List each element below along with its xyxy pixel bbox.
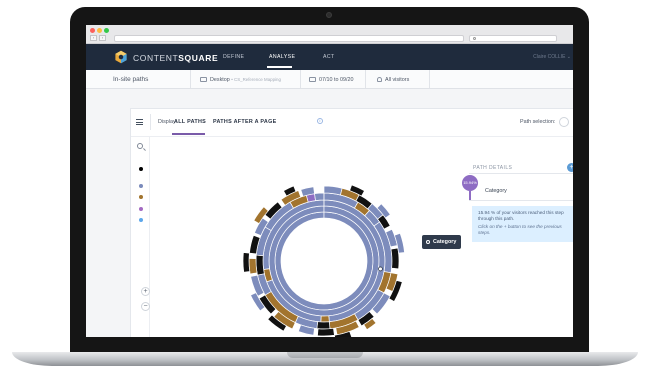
divider [469, 173, 573, 174]
sunburst-ring-5-segment[interactable] [317, 327, 335, 337]
sunburst-ring-6-segment[interactable] [242, 252, 251, 273]
tab-paths-after-a-page[interactable]: PATHS AFTER A PAGE [213, 119, 277, 125]
path-selection-label: Path selection: [520, 119, 556, 125]
menu-icon[interactable] [136, 119, 143, 125]
user-name: Claire COLLIE [533, 54, 566, 60]
zoom-out-button[interactable]: − [141, 302, 150, 311]
legend-dot-black[interactable] [139, 167, 143, 171]
nav-analyse[interactable]: ANALYSE [269, 54, 295, 60]
divider [429, 70, 430, 88]
calendar-icon [309, 77, 316, 82]
sunburst-ring-4-segment[interactable] [314, 192, 325, 201]
segment-tooltip: Category [422, 235, 462, 249]
legend-dot-brown[interactable] [139, 195, 143, 199]
device-filter[interactable]: Desktop • CS_Reference Mapping [200, 77, 281, 83]
divider [150, 114, 151, 130]
filter-bar: In-site paths Desktop • CS_Reference Map… [86, 70, 573, 89]
sunburst-ring-4-segment[interactable] [316, 321, 331, 330]
sunburst-ring-1-segment[interactable] [274, 211, 374, 311]
sunburst-ring-3-segment[interactable] [320, 315, 330, 323]
laptop-lid: ‹ › CONTENTSQUARE DEFINE ANALYSE ACT Cla… [70, 7, 589, 353]
sunburst-chart[interactable] [229, 166, 419, 337]
app-navbar: CONTENTSQUARE DEFINE ANALYSE ACT Claire … [86, 44, 573, 70]
zoom-in-button[interactable]: + [141, 287, 150, 296]
page-title: In-site paths [113, 76, 149, 83]
legend-dot-light-blue[interactable] [139, 218, 143, 222]
maximize-window-icon[interactable] [104, 28, 109, 33]
divider [365, 70, 366, 88]
minimize-window-icon[interactable] [97, 28, 102, 33]
desktop-icon [200, 77, 207, 82]
laptop-notch [287, 352, 363, 358]
divider [469, 200, 573, 201]
add-step-button[interactable]: + [567, 163, 573, 172]
path-info-box: 15.94 % of your visitors reached this st… [472, 206, 573, 242]
brand-light: CONTENT [133, 53, 179, 63]
browser-chrome: ‹ › [86, 25, 573, 44]
info-icon[interactable]: i [317, 118, 323, 124]
divider [300, 70, 301, 88]
date-to-label: to [334, 77, 339, 83]
device-label: Desktop [210, 77, 230, 83]
segment-filter[interactable]: All visitors [377, 77, 409, 83]
tooltip-dot [426, 240, 430, 244]
brand-bold: SQUARE [178, 53, 219, 63]
user-icon [377, 77, 382, 82]
contentsquare-logo [115, 50, 127, 64]
sunburst-ring-2-segment[interactable] [268, 205, 380, 317]
nav-act[interactable]: ACT [323, 54, 335, 60]
tooltip-label: Category [433, 239, 457, 245]
path-details-title: PATH DETAILS [473, 165, 513, 171]
search-icon[interactable] [137, 143, 143, 149]
mapping-label: • CS_Reference Mapping [231, 77, 281, 82]
date-to: 09/20 [340, 77, 354, 83]
tab-all-paths[interactable]: ALL PATHS [174, 119, 206, 125]
sunburst-ring-5-segment[interactable] [248, 258, 258, 275]
divider [190, 70, 191, 88]
nav-define[interactable]: DEFINE [223, 54, 244, 60]
selected-segment-marker [378, 266, 383, 272]
segment-label: All visitors [385, 77, 410, 83]
path-selection-toggle[interactable] [559, 117, 569, 127]
camera [326, 12, 332, 18]
date-range-filter[interactable]: 07/10 to 09/20 [309, 77, 354, 83]
legend-dot-purple[interactable] [139, 207, 143, 211]
date-from: 07/10 [319, 77, 333, 83]
divider [131, 136, 573, 137]
close-window-icon[interactable] [90, 28, 95, 33]
address-bar[interactable] [114, 35, 464, 42]
user-menu[interactable]: Claire COLLIE ⌄ [533, 54, 571, 60]
path-step-label: Category [485, 188, 507, 194]
brand-name: CONTENTSQUARE [133, 53, 218, 63]
back-icon[interactable]: ‹ [90, 35, 97, 41]
percent-badge: 15.94% [462, 175, 478, 191]
search-icon [473, 37, 476, 40]
browser-search-input[interactable] [469, 35, 557, 42]
screen: ‹ › CONTENTSQUARE DEFINE ANALYSE ACT Cla… [86, 25, 573, 337]
forward-icon[interactable]: › [99, 35, 106, 41]
legend-dot-blue[interactable] [139, 184, 143, 188]
path-info-text: 15.94 % of your visitors reached this st… [478, 210, 564, 221]
path-hint-text: Click on the + button to see the previou… [478, 224, 562, 235]
nav-active-indicator [267, 66, 292, 68]
sunburst-ring-5-segment[interactable] [390, 247, 400, 270]
active-tab-indicator [172, 133, 205, 135]
